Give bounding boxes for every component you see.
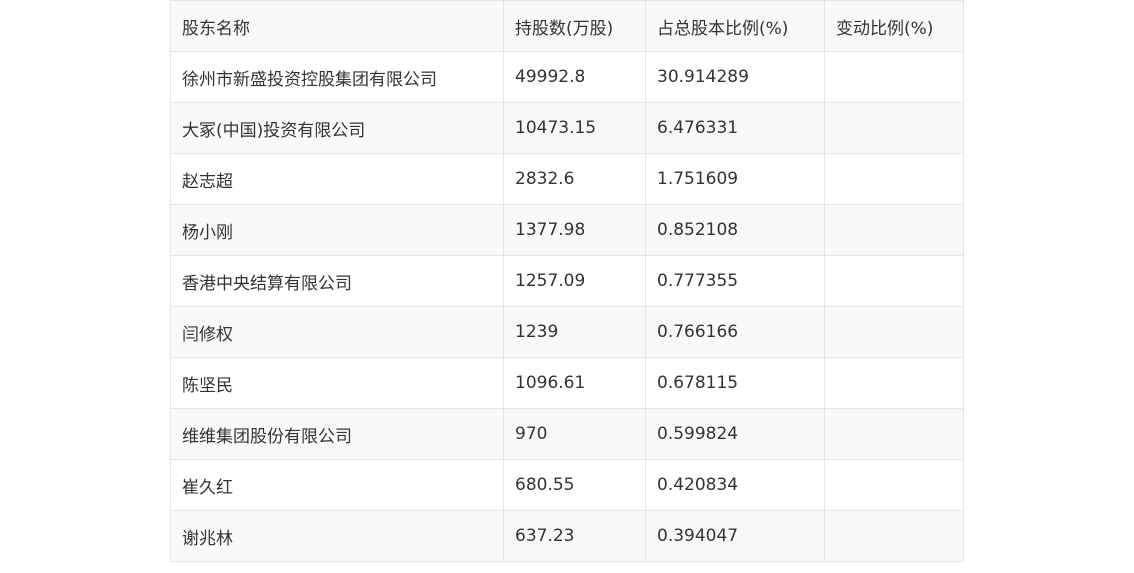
- cell-change-ratio: [824, 357, 964, 409]
- cell-shares-held: 1257.09: [503, 255, 646, 307]
- header-row: 股东名称 持股数(万股) 占总股本比例(%) 变动比例(%): [170, 0, 964, 52]
- cell-shareholder-name: 徐州市新盛投资控股集团有限公司: [170, 51, 504, 103]
- cell-shareholder-name: 杨小刚: [170, 204, 504, 256]
- cell-shareholder-name: 大冢(中国)投资有限公司: [170, 102, 504, 154]
- cell-share-ratio: 0.766166: [645, 306, 825, 358]
- cell-shareholder-name: 香港中央结算有限公司: [170, 255, 504, 307]
- cell-share-ratio: 30.914289: [645, 51, 825, 103]
- table-row: 香港中央结算有限公司 1257.09 0.777355: [170, 255, 964, 307]
- cell-shares-held: 49992.8: [503, 51, 646, 103]
- header-share-ratio: 占总股本比例(%): [645, 0, 825, 52]
- cell-shareholder-name: 闫修权: [170, 306, 504, 358]
- cell-shares-held: 10473.15: [503, 102, 646, 154]
- cell-shareholder-name: 陈坚民: [170, 357, 504, 409]
- cell-shares-held: 1239: [503, 306, 646, 358]
- cell-shareholder-name: 崔久红: [170, 459, 504, 511]
- cell-share-ratio: 1.751609: [645, 153, 825, 205]
- cell-change-ratio: [824, 51, 964, 103]
- cell-change-ratio: [824, 510, 964, 562]
- cell-shares-held: 680.55: [503, 459, 646, 511]
- cell-shares-held: 1377.98: [503, 204, 646, 256]
- shareholder-table: 股东名称 持股数(万股) 占总股本比例(%) 变动比例(%) 徐州市新盛投资控股…: [170, 0, 964, 562]
- table-row: 崔久红 680.55 0.420834: [170, 459, 964, 511]
- header-shares-held: 持股数(万股): [503, 0, 646, 52]
- cell-share-ratio: 6.476331: [645, 102, 825, 154]
- cell-shareholder-name: 赵志超: [170, 153, 504, 205]
- cell-shareholder-name: 谢兆林: [170, 510, 504, 562]
- cell-change-ratio: [824, 153, 964, 205]
- shareholder-table-container: 股东名称 持股数(万股) 占总股本比例(%) 变动比例(%) 徐州市新盛投资控股…: [170, 0, 964, 562]
- cell-change-ratio: [824, 408, 964, 460]
- cell-change-ratio: [824, 102, 964, 154]
- cell-shares-held: 1096.61: [503, 357, 646, 409]
- header-change-ratio: 变动比例(%): [824, 0, 964, 52]
- cell-change-ratio: [824, 204, 964, 256]
- table-body: 徐州市新盛投资控股集团有限公司 49992.8 30.914289 大冢(中国)…: [170, 51, 964, 562]
- cell-share-ratio: 0.599824: [645, 408, 825, 460]
- cell-share-ratio: 0.678115: [645, 357, 825, 409]
- table-row: 杨小刚 1377.98 0.852108: [170, 204, 964, 256]
- cell-change-ratio: [824, 306, 964, 358]
- table-row: 谢兆林 637.23 0.394047: [170, 510, 964, 562]
- table-row: 陈坚民 1096.61 0.678115: [170, 357, 964, 409]
- cell-shares-held: 970: [503, 408, 646, 460]
- table-row: 徐州市新盛投资控股集团有限公司 49992.8 30.914289: [170, 51, 964, 103]
- table-row: 赵志超 2832.6 1.751609: [170, 153, 964, 205]
- cell-share-ratio: 0.852108: [645, 204, 825, 256]
- cell-share-ratio: 0.394047: [645, 510, 825, 562]
- table-header: 股东名称 持股数(万股) 占总股本比例(%) 变动比例(%): [170, 0, 964, 52]
- cell-shares-held: 637.23: [503, 510, 646, 562]
- table-row: 闫修权 1239 0.766166: [170, 306, 964, 358]
- cell-change-ratio: [824, 255, 964, 307]
- header-shareholder-name: 股东名称: [170, 0, 504, 52]
- table-row: 大冢(中国)投资有限公司 10473.15 6.476331: [170, 102, 964, 154]
- cell-shareholder-name: 维维集团股份有限公司: [170, 408, 504, 460]
- cell-change-ratio: [824, 459, 964, 511]
- cell-shares-held: 2832.6: [503, 153, 646, 205]
- table-row: 维维集团股份有限公司 970 0.599824: [170, 408, 964, 460]
- cell-share-ratio: 0.777355: [645, 255, 825, 307]
- cell-share-ratio: 0.420834: [645, 459, 825, 511]
